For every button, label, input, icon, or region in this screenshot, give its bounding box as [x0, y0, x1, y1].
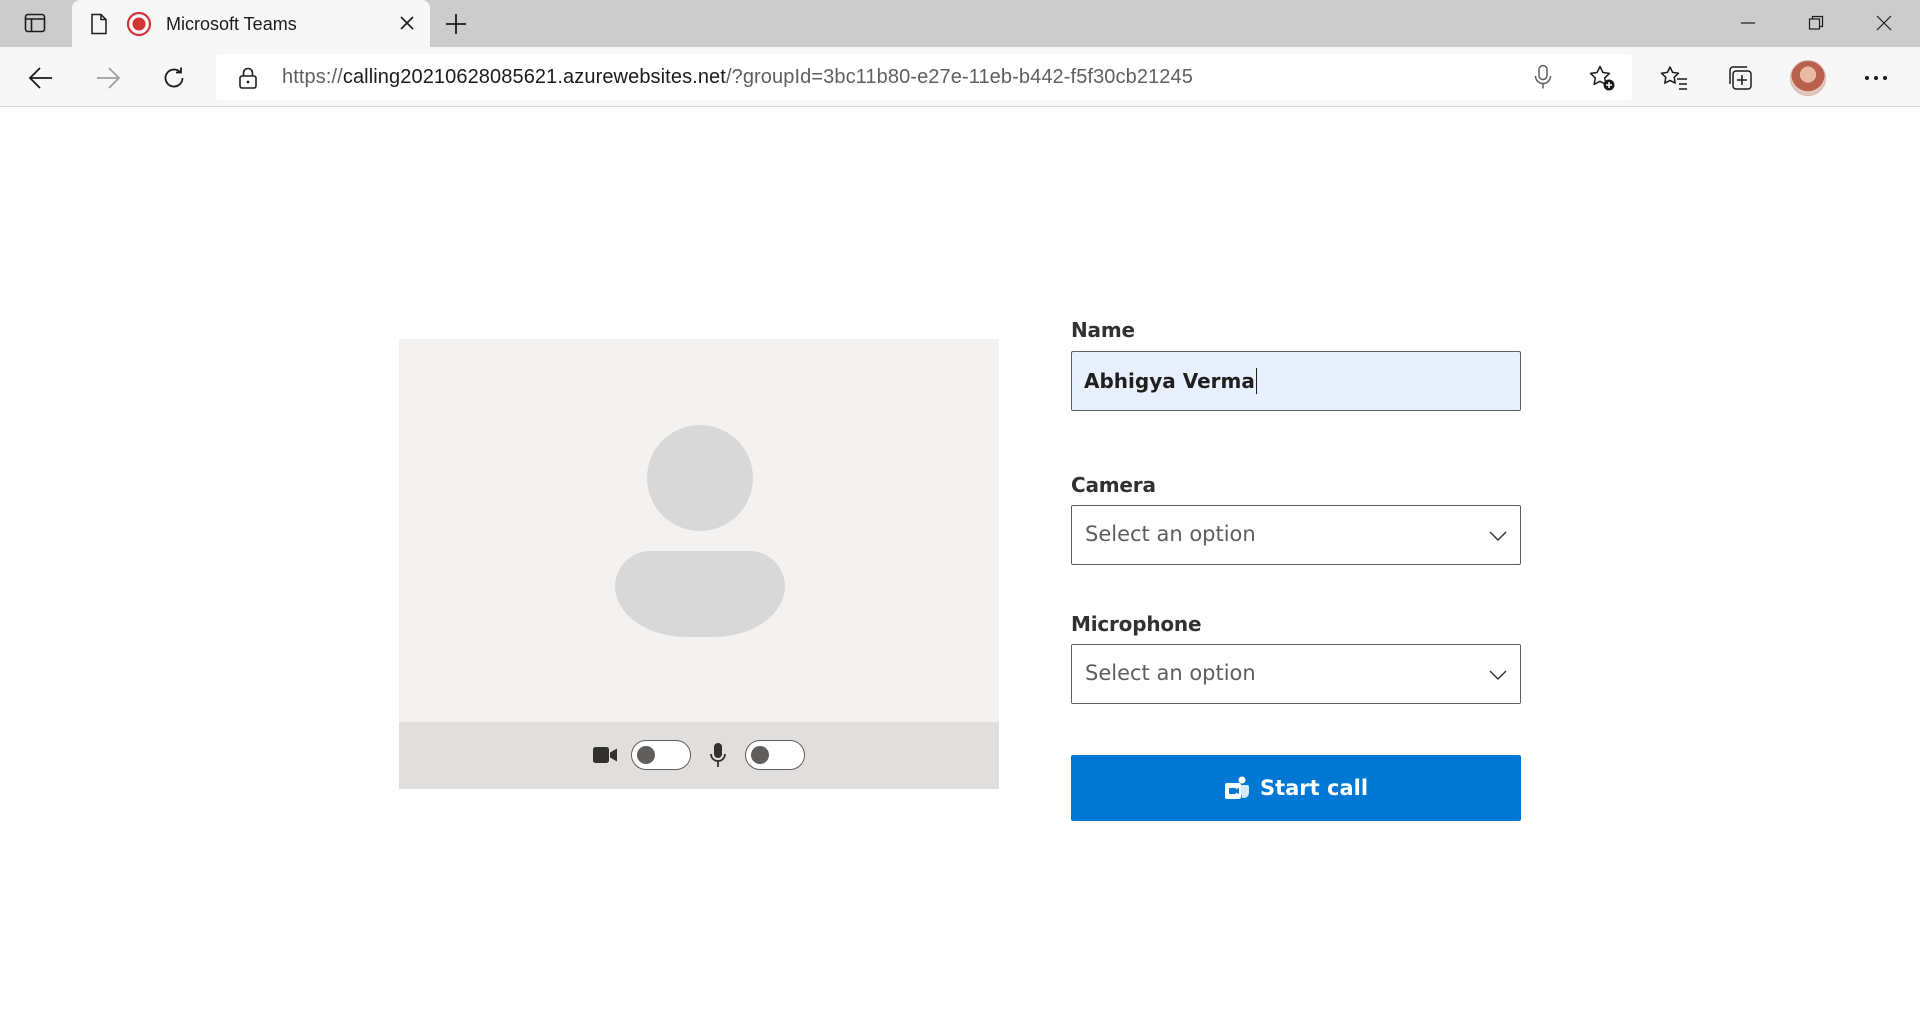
restore-button[interactable] — [1786, 8, 1846, 38]
back-arrow-icon — [28, 67, 52, 89]
settings-more-button[interactable] — [1856, 59, 1896, 97]
new-tab-button[interactable] — [441, 10, 471, 38]
microphone-select-value: Select an option — [1085, 661, 1256, 685]
url-text[interactable]: https://calling20210628085621.azurewebsi… — [282, 66, 1193, 89]
restore-icon — [1808, 15, 1824, 30]
microphone-label: Microphone — [1071, 612, 1202, 636]
microphone-select[interactable]: Select an option — [1071, 644, 1521, 704]
microphone-icon — [710, 743, 726, 767]
refresh-button[interactable] — [155, 59, 193, 97]
refresh-icon — [164, 67, 184, 88]
tab-actions-icon — [24, 13, 46, 33]
url-scheme: https:// — [282, 66, 343, 88]
start-call-button[interactable]: Start call — [1071, 755, 1521, 821]
chevron-down-icon — [1489, 670, 1507, 680]
tab-strip: Microsoft Teams — [0, 0, 1920, 48]
url-path: /?groupId=3bc11b80-e27e-11eb-b442-f5f30c… — [725, 66, 1193, 88]
camera-select[interactable]: Select an option — [1071, 505, 1521, 565]
avatar-placeholder-body — [615, 551, 785, 637]
camera-label: Camera — [1071, 473, 1156, 497]
active-tab[interactable]: Microsoft Teams — [72, 0, 430, 48]
camera-toggle-knob — [637, 746, 655, 764]
camera-select-value: Select an option — [1085, 522, 1256, 546]
collections-icon — [1729, 66, 1752, 90]
lock-icon[interactable] — [238, 66, 258, 90]
avatar — [1790, 60, 1826, 96]
tab-title: Microsoft Teams — [166, 14, 297, 34]
minimize-button[interactable] — [1718, 8, 1778, 38]
forward-button[interactable] — [89, 59, 127, 97]
chevron-down-icon — [1489, 531, 1507, 541]
avatar-placeholder-head — [647, 425, 753, 531]
favorites-button[interactable] — [1654, 59, 1694, 97]
start-call-label: Start call — [1259, 776, 1369, 800]
close-tab-icon[interactable] — [397, 13, 417, 33]
local-preview — [399, 339, 999, 789]
video-preview-area — [399, 339, 999, 722]
microphone-toggle[interactable] — [745, 740, 805, 770]
profile-button[interactable] — [1788, 59, 1828, 97]
more-icon — [1865, 76, 1887, 80]
page-icon — [91, 13, 107, 35]
forward-arrow-icon — [97, 67, 121, 89]
address-bar[interactable]: https://calling20210628085621.azurewebsi… — [216, 54, 1632, 100]
favorites-icon — [1660, 66, 1687, 90]
preview-controls — [399, 722, 999, 789]
voice-search-icon[interactable] — [1532, 64, 1554, 90]
window-close-button[interactable] — [1854, 8, 1914, 38]
name-input[interactable] — [1071, 351, 1521, 411]
tab-actions-button[interactable] — [12, 9, 58, 37]
plus-icon — [446, 14, 466, 34]
recording-icon — [126, 11, 152, 37]
minimize-icon — [1741, 22, 1755, 24]
url-host: calling20210628085621.azurewebsites.net — [342, 66, 726, 88]
browser-toolbar: https://calling20210628085621.azurewebsi… — [0, 47, 1920, 107]
microphone-toggle-knob — [751, 746, 769, 764]
add-favorite-icon[interactable] — [1588, 64, 1616, 92]
camera-toggle[interactable] — [631, 740, 691, 770]
text-cursor — [1255, 368, 1258, 394]
window-close-icon — [1876, 15, 1892, 31]
camera-icon — [593, 747, 617, 763]
collections-button[interactable] — [1720, 59, 1760, 97]
name-label: Name — [1071, 318, 1135, 342]
teams-call-icon — [1224, 776, 1249, 799]
back-button[interactable] — [22, 59, 60, 97]
